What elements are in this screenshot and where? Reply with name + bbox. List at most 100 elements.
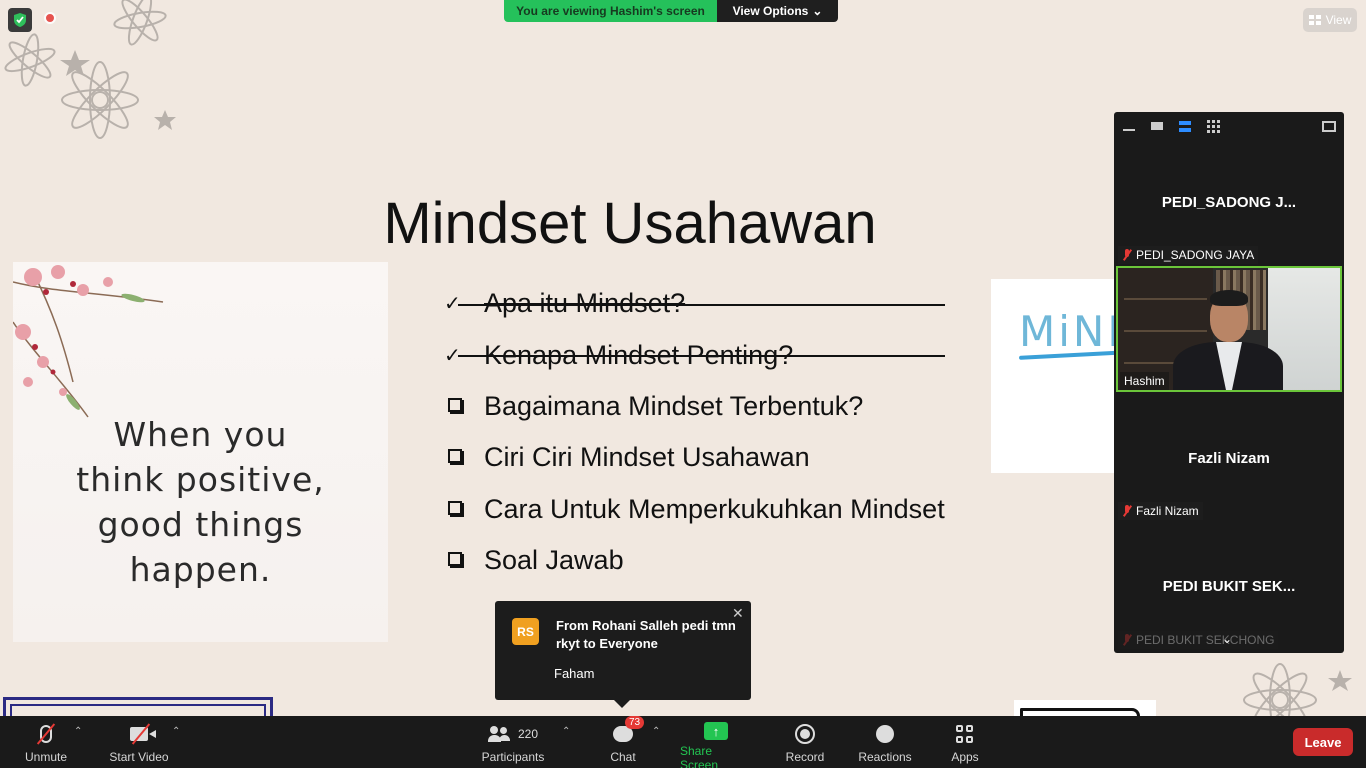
quote-text: When you think positive, good things hap… <box>13 412 388 592</box>
agenda-item: Cara Untuk Memperkukuhkan Mindset <box>444 484 945 535</box>
apps-button[interactable]: Apps <box>948 716 982 768</box>
agenda-list: ✓ Apa itu Mindset? ✓ Kenapa Mindset Pentin… <box>444 278 945 586</box>
agenda-item-text: Kenapa Mindset Penting? <box>484 339 794 370</box>
participant-label-text: Fazli Nizam <box>1136 504 1199 518</box>
viewing-banner: You are viewing Hashim's screen View Opt… <box>504 0 838 22</box>
record-button[interactable]: Record <box>784 716 826 768</box>
mic-muted-icon <box>1122 249 1132 261</box>
minimize-icon[interactable] <box>1122 120 1136 132</box>
unmute-label: Unmute <box>24 750 68 764</box>
video-options-caret-icon[interactable]: ⌃ <box>172 726 180 737</box>
audio-options-caret-icon[interactable]: ⌃ <box>74 726 82 737</box>
viewing-message: You are viewing Hashim's screen <box>504 0 717 22</box>
quote-image: When you think positive, good things hap… <box>13 262 388 642</box>
slide-frame-decoration <box>3 697 273 716</box>
chat-notification[interactable]: RS From Rohani Salleh pedi tmn rkyt to E… <box>495 601 751 708</box>
mic-muted-icon <box>1122 505 1132 517</box>
unmute-button[interactable]: Unmute <box>22 716 70 768</box>
slide-logo-fragment <box>1014 700 1156 716</box>
participant-label-text: Hashim <box>1124 374 1165 388</box>
agenda-item-text: Ciri Ciri Mindset Usahawan <box>484 442 810 473</box>
share-screen-label: Share Screen <box>680 744 719 768</box>
checkmark-icon: ✓ <box>444 344 461 367</box>
apps-icon <box>956 725 974 743</box>
agenda-item-text: Apa itu Mindset? <box>484 288 686 319</box>
view-button[interactable]: View <box>1303 8 1357 32</box>
chat-options-caret-icon[interactable]: ⌃ <box>652 726 660 737</box>
grid-view-icon <box>1308 15 1321 25</box>
quote-line: good things <box>97 505 304 544</box>
agenda-item-text: Cara Untuk Memperkukuhkan Mindset <box>484 493 945 524</box>
view-options-button[interactable]: View Options ⌄ <box>717 0 838 22</box>
participant-label-text: PEDI_SADONG JAYA <box>1136 248 1255 262</box>
record-dot-icon <box>44 12 56 24</box>
mic-muted-icon <box>1122 634 1132 646</box>
recording-indicator <box>44 12 56 24</box>
slide-title: Mindset Usahawan <box>383 191 877 256</box>
participants-count: 220 <box>517 727 539 741</box>
chat-button[interactable]: 73 Chat <box>603 716 645 768</box>
participant-video-tile[interactable]: Hashim <box>1116 266 1342 392</box>
agenda-item-text: Bagaimana Mindset Terbentuk? <box>484 390 864 421</box>
leave-button[interactable]: Leave <box>1293 728 1353 756</box>
participant-display-name: PEDI_SADONG J... <box>1161 194 1297 211</box>
participants-icon <box>487 726 510 742</box>
chat-unread-badge: 73 <box>625 716 645 729</box>
participants-button[interactable]: 220 Participants <box>478 716 548 768</box>
agenda-item: Ciri Ciri Mindset Usahawan <box>444 432 945 483</box>
reactions-button[interactable]: Reactions <box>856 716 914 768</box>
chat-label: Chat <box>610 750 636 764</box>
record-icon <box>795 724 815 744</box>
participants-label: Participants <box>481 750 545 764</box>
participant-name-label: PEDI_SADONG JAYA <box>1118 246 1259 264</box>
share-screen-arrow-icon: ↑ <box>704 722 728 740</box>
video-panel: PEDI_SADONG J... PEDI_SADONG JAYA Hashim… <box>1114 112 1344 653</box>
scroll-down-chevron-icon[interactable]: ⌄ <box>1222 632 1232 646</box>
participant-name-label: PEDI BUKIT SEKCHONG <box>1118 631 1279 649</box>
smiley-reaction-icon <box>876 725 894 743</box>
mindset-image: MiND <box>991 279 1140 473</box>
chat-message: Faham <box>554 666 595 681</box>
agenda-item-text: Soal Jawab <box>484 545 624 576</box>
chevron-down-icon: ⌄ <box>812 4 823 18</box>
participant-tile[interactable]: Fazli Nizam Fazli Nizam <box>1116 396 1342 522</box>
quote-line: happen. <box>129 550 272 589</box>
checkbox-bullet-icon <box>448 397 462 412</box>
reactions-label: Reactions <box>858 750 912 764</box>
start-video-label: Start Video <box>109 750 169 764</box>
quote-line: think positive, <box>76 460 325 499</box>
strip-view-icon[interactable] <box>1178 120 1192 132</box>
avatar: RS <box>512 618 539 645</box>
apps-label: Apps <box>951 750 979 764</box>
participant-display-name: PEDI BUKIT SEK... <box>1162 578 1296 595</box>
agenda-item: Soal Jawab <box>444 535 945 586</box>
participant-display-name: Fazli Nizam <box>1188 450 1270 467</box>
agenda-item-done: ✓ Kenapa Mindset Penting? <box>444 329 945 380</box>
participant-tile[interactable]: PEDI_SADONG J... PEDI_SADONG JAYA <box>1116 140 1342 266</box>
chat-sender: From Rohani Salleh pedi tmn rkyt to Ever… <box>556 618 736 651</box>
quote-line: When you <box>113 415 288 454</box>
participant-name-label: Fazli Nizam <box>1118 502 1203 520</box>
checkbox-bullet-icon <box>448 500 462 515</box>
panel-toolbar <box>1114 112 1344 140</box>
speaker-view-icon[interactable] <box>1150 120 1164 132</box>
gallery-view-icon[interactable] <box>1206 119 1220 133</box>
view-options-label: View Options <box>732 4 809 18</box>
checkmark-icon: ✓ <box>444 293 461 316</box>
participant-label-text: PEDI BUKIT SEKCHONG <box>1136 633 1275 647</box>
record-label: Record <box>785 750 825 764</box>
close-icon[interactable]: ✕ <box>732 605 744 622</box>
pop-out-icon[interactable] <box>1322 120 1336 132</box>
start-video-button[interactable]: Start Video <box>106 716 172 768</box>
security-shield-icon[interactable] <box>8 8 32 32</box>
blossom-branch-decoration <box>13 265 164 418</box>
checkbox-bullet-icon <box>448 552 462 567</box>
agenda-item: Bagaimana Mindset Terbentuk? <box>444 381 945 432</box>
agenda-item-done: ✓ Apa itu Mindset? <box>444 278 945 329</box>
view-button-label: View <box>1325 13 1352 27</box>
participant-name-label: Hashim <box>1120 372 1169 390</box>
meeting-toolbar: Unmute ⌃ Start Video ⌃ 220 Participants … <box>0 716 1366 768</box>
participants-options-caret-icon[interactable]: ⌃ <box>562 726 570 737</box>
checkbox-bullet-icon <box>448 449 462 464</box>
share-screen-button[interactable]: ↑ Share Screen <box>680 716 752 768</box>
